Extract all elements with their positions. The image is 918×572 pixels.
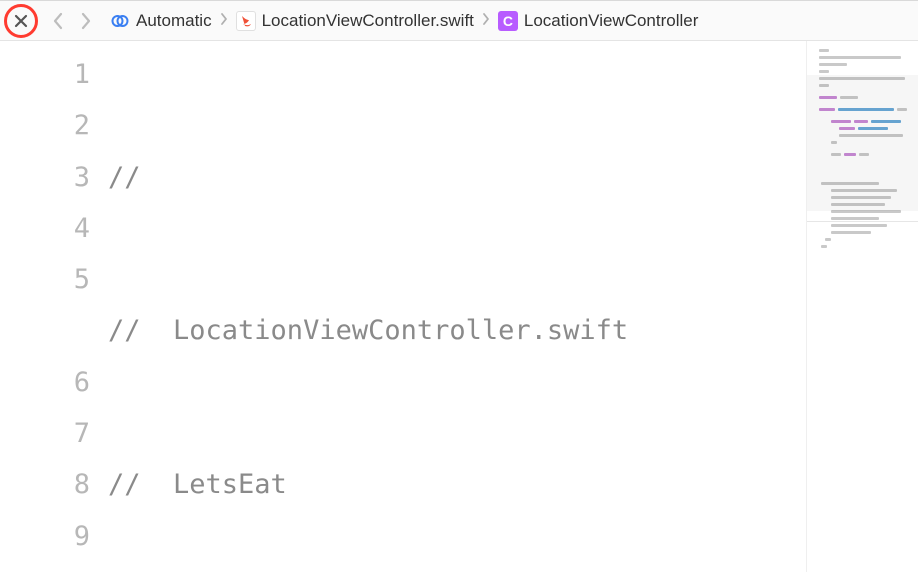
code-content[interactable]: // // LocationViewController.swift // Le… (108, 41, 806, 572)
breadcrumb: Automatic LocationViewController.swift C… (110, 11, 698, 31)
close-icon (13, 13, 29, 29)
breadcrumb-separator (218, 11, 230, 31)
line-number: 8 (0, 459, 90, 510)
nav-back-button[interactable] (44, 5, 72, 37)
breadcrumb-file-label: LocationViewController.swift (262, 11, 474, 31)
breadcrumb-symbol[interactable]: C LocationViewController (498, 11, 699, 31)
editor-body: 1 2 3 4 5 6 7 8 9 10 // // LocationViewC… (0, 41, 918, 572)
code-line: // LocationViewController.swift (108, 315, 628, 346)
nav-forward-button[interactable] (72, 5, 100, 37)
breadcrumb-file[interactable]: LocationViewController.swift (236, 11, 474, 31)
line-number: 10 (0, 562, 90, 572)
minimap-viewport[interactable] (807, 75, 918, 211)
line-number: 9 (0, 511, 90, 562)
code-line: // LetsEat (108, 469, 287, 500)
line-number: 6 (0, 357, 90, 408)
line-number: 3 (0, 152, 90, 203)
line-number: 7 (0, 408, 90, 459)
line-number: 5 (0, 254, 90, 357)
code-editor[interactable]: 1 2 3 4 5 6 7 8 9 10 // // LocationViewC… (0, 41, 806, 572)
link-icon (110, 11, 130, 31)
code-line: // (108, 162, 141, 193)
swift-file-icon (236, 11, 256, 31)
line-number: 4 (0, 203, 90, 254)
line-number: 1 (0, 49, 90, 100)
minimap-separator (807, 221, 918, 222)
chevron-right-icon (80, 12, 92, 30)
editor-window: Automatic LocationViewController.swift C… (0, 0, 918, 572)
breadcrumb-scheme-label: Automatic (136, 11, 212, 31)
close-button[interactable] (4, 4, 38, 38)
editor-topbar: Automatic LocationViewController.swift C… (0, 1, 918, 41)
line-number-gutter: 1 2 3 4 5 6 7 8 9 10 (0, 41, 108, 572)
breadcrumb-scheme[interactable]: Automatic (110, 11, 212, 31)
chevron-left-icon (52, 12, 64, 30)
class-icon: C (498, 11, 518, 31)
line-number: 2 (0, 100, 90, 151)
nav-arrows (44, 5, 100, 37)
breadcrumb-symbol-label: LocationViewController (524, 11, 699, 31)
breadcrumb-separator (480, 11, 492, 31)
minimap[interactable] (806, 41, 918, 572)
